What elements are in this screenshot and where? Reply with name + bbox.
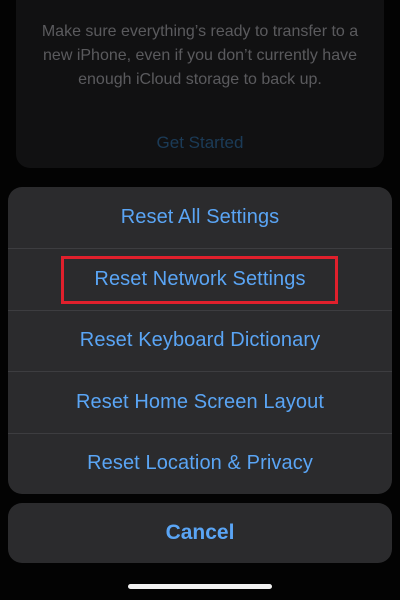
cancel-button[interactable]: Cancel — [8, 503, 392, 563]
screen: Make sure everything’s ready to transfer… — [0, 0, 400, 600]
reset-action-sheet: Reset All Settings Reset Network Setting… — [8, 187, 392, 494]
reset-location-privacy-button[interactable]: Reset Location & Privacy — [8, 432, 392, 494]
reset-home-screen-layout-button[interactable]: Reset Home Screen Layout — [8, 371, 392, 432]
reset-keyboard-dictionary-button[interactable]: Reset Keyboard Dictionary — [8, 309, 392, 371]
reset-all-settings-button[interactable]: Reset All Settings — [8, 187, 392, 248]
reset-network-settings-button[interactable]: Reset Network Settings — [8, 248, 392, 309]
reset-network-settings-label: Reset Network Settings — [94, 268, 306, 291]
home-indicator[interactable] — [128, 584, 272, 589]
